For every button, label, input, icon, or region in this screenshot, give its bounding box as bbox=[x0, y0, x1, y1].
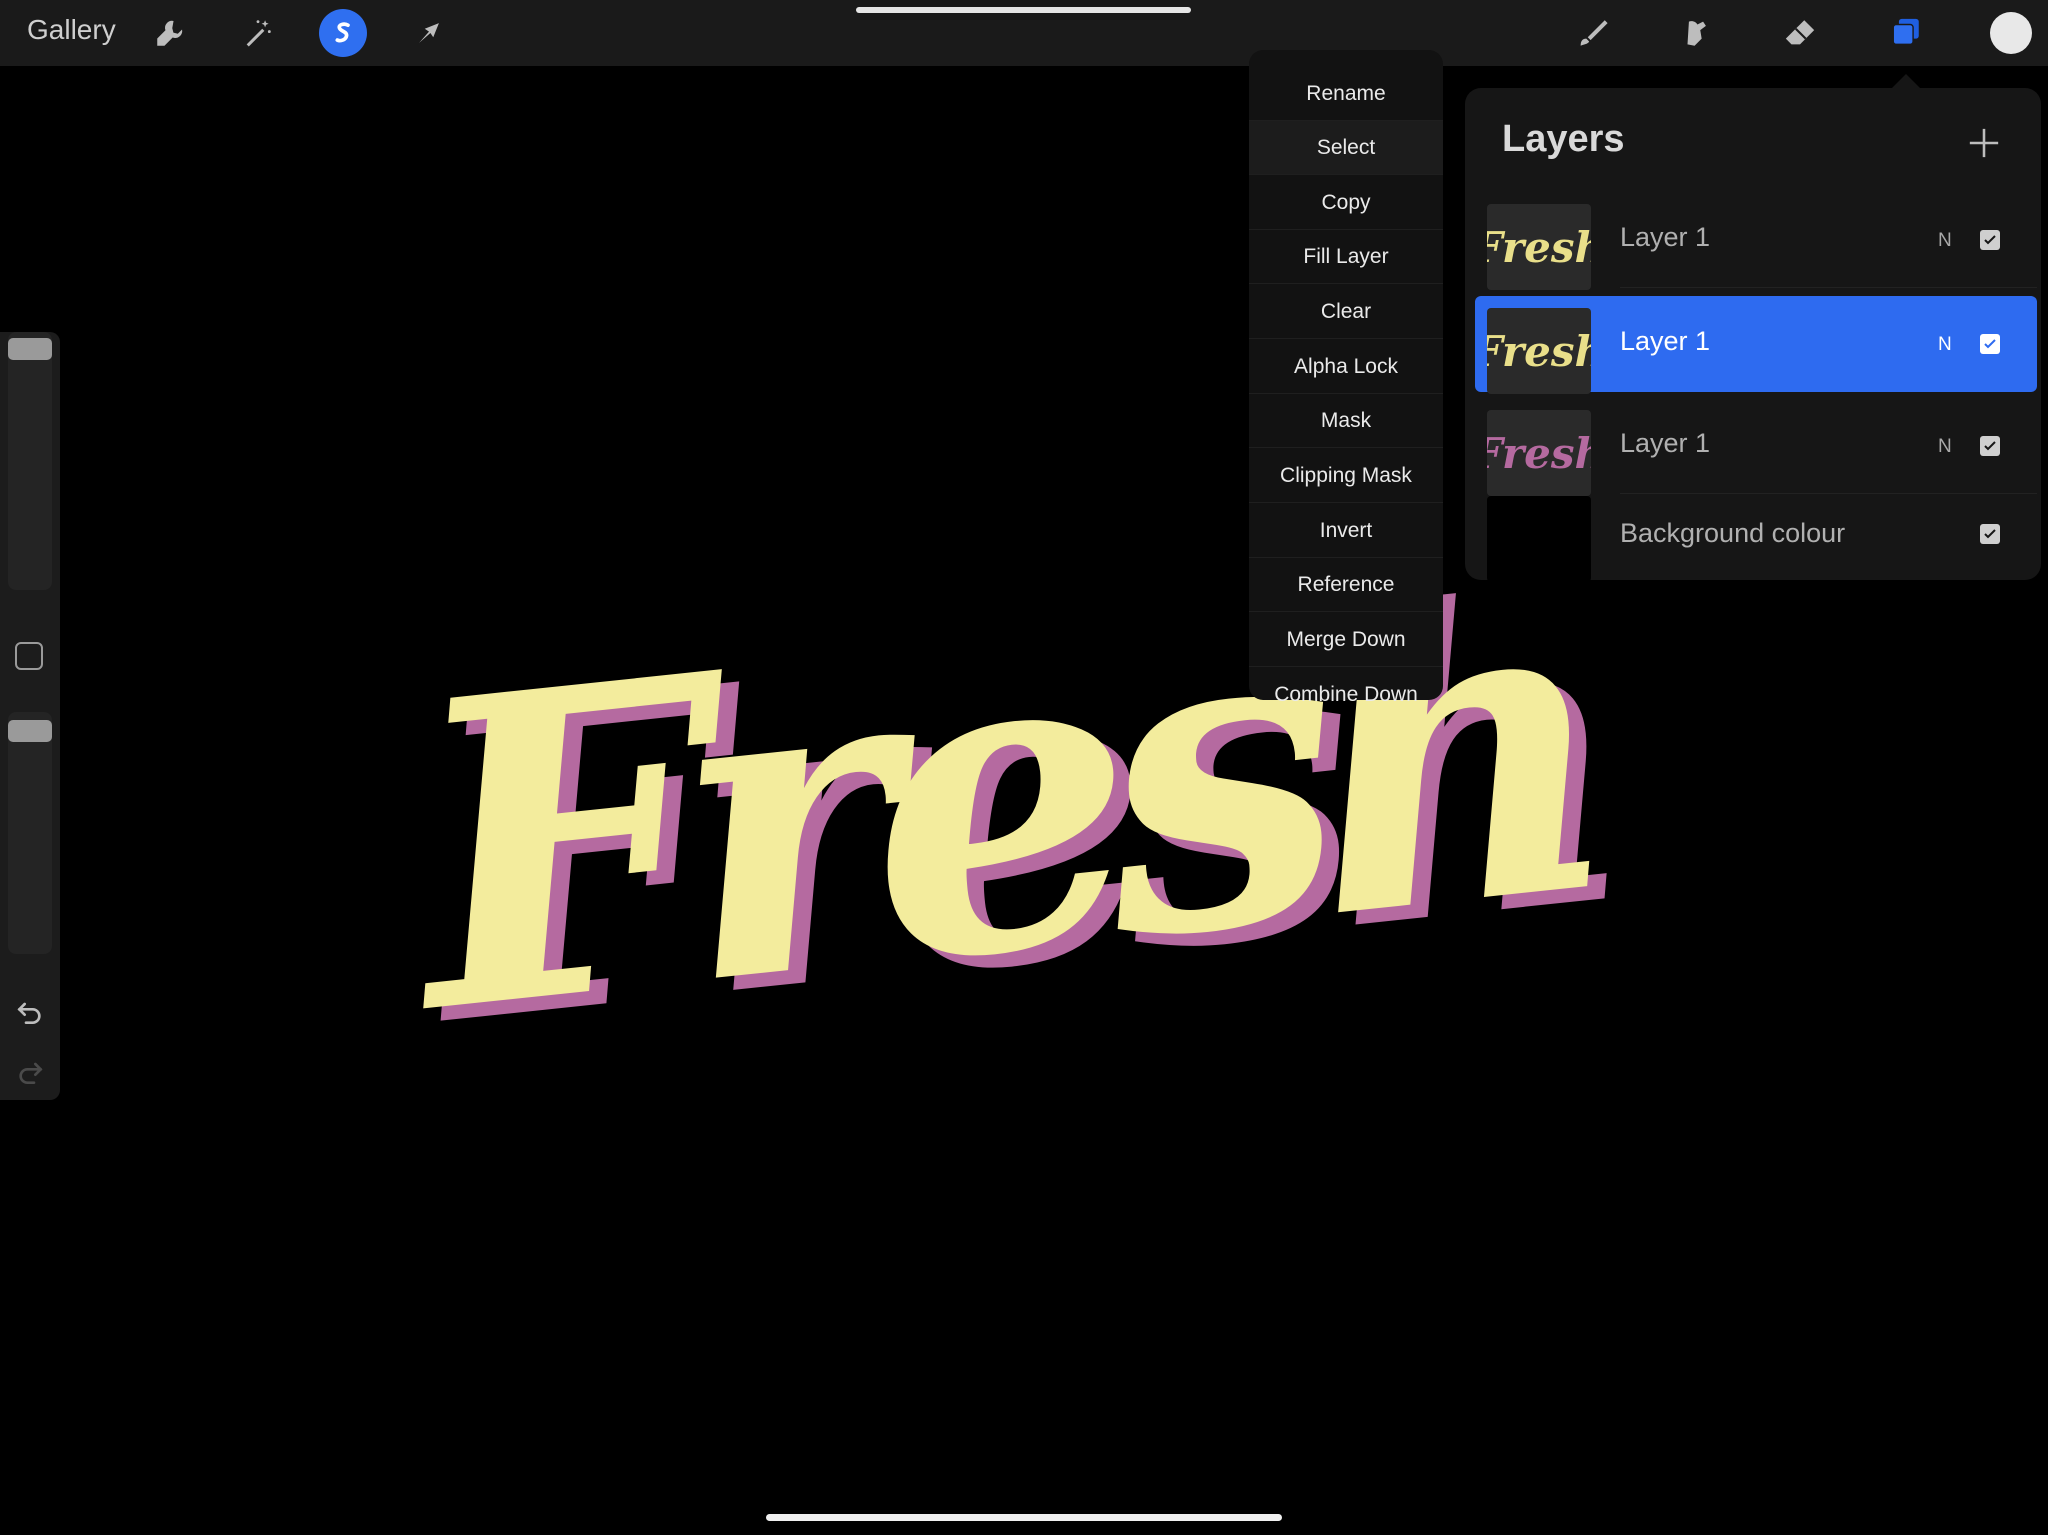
eraser-icon[interactable] bbox=[1776, 9, 1824, 57]
color-swatch[interactable] bbox=[1990, 12, 2032, 54]
layer-options-menu: Rename Select Copy Fill Layer Clear Alph… bbox=[1249, 50, 1443, 706]
menu-item-select[interactable]: Select bbox=[1249, 121, 1443, 175]
menu-item-alpha-lock[interactable]: Alpha Lock bbox=[1249, 340, 1443, 394]
blend-mode-button[interactable]: N bbox=[1938, 230, 1952, 252]
menu-item-reference[interactable]: Reference bbox=[1249, 558, 1443, 612]
visibility-checkbox[interactable] bbox=[1980, 334, 2000, 354]
menu-item-mask[interactable]: Mask bbox=[1249, 394, 1443, 448]
home-indicator[interactable] bbox=[766, 1514, 1282, 1521]
artwork-lettering: Fresh bbox=[391, 493, 1609, 1107]
menu-item-invert[interactable]: Invert bbox=[1249, 504, 1443, 558]
visibility-checkbox[interactable] bbox=[1980, 230, 2000, 250]
move-arrow-icon[interactable] bbox=[405, 9, 453, 57]
top-toolbar: Gallery bbox=[0, 0, 2048, 66]
layer-name: Layer 1 bbox=[1620, 222, 1711, 252]
layer-row-selected[interactable]: Fresh Layer 1 N bbox=[1475, 296, 2037, 394]
menu-item-clear[interactable]: Clear bbox=[1249, 285, 1443, 339]
menu-item-rename[interactable]: Rename bbox=[1249, 67, 1443, 121]
visibility-checkbox[interactable] bbox=[1980, 436, 2000, 456]
layer-name: Background colour bbox=[1620, 518, 1846, 548]
layer-thumbnail: Fresh bbox=[1487, 204, 1591, 290]
layer-row-background[interactable]: Background colour bbox=[1475, 488, 2037, 584]
gallery-button[interactable]: Gallery bbox=[27, 14, 116, 46]
background-color-thumbnail[interactable] bbox=[1487, 496, 1591, 582]
selection-icon[interactable] bbox=[319, 9, 367, 57]
menu-item-combine-down[interactable]: Combine Down bbox=[1249, 668, 1443, 722]
menu-item-copy[interactable]: Copy bbox=[1249, 176, 1443, 230]
layer-thumbnail: Fresh bbox=[1487, 410, 1591, 496]
layers-title: Layers bbox=[1502, 118, 1625, 160]
layer-row[interactable]: Fresh Layer 1 N bbox=[1475, 192, 2037, 290]
layer-thumbnail: Fresh bbox=[1487, 308, 1591, 394]
layers-panel: Layers Fresh Layer 1 N Fresh Layer 1 N F… bbox=[1465, 88, 2041, 582]
layer-name: Layer 1 bbox=[1620, 326, 1711, 356]
undo-icon[interactable] bbox=[14, 996, 46, 1028]
redo-icon[interactable] bbox=[14, 1056, 46, 1088]
top-grabber[interactable] bbox=[856, 7, 1191, 13]
row-divider bbox=[1620, 287, 2037, 288]
add-layer-icon[interactable] bbox=[1967, 126, 2001, 160]
magic-wand-icon[interactable] bbox=[234, 9, 282, 57]
wrench-icon[interactable] bbox=[146, 9, 194, 57]
blend-mode-button[interactable]: N bbox=[1938, 436, 1952, 458]
brush-size-slider[interactable] bbox=[8, 332, 52, 590]
opacity-thumb[interactable] bbox=[8, 720, 52, 742]
menu-item-fill-layer[interactable]: Fill Layer bbox=[1249, 230, 1443, 284]
layer-row[interactable]: Fresh Layer 1 N bbox=[1475, 398, 2037, 496]
menu-item-clipping-mask[interactable]: Clipping Mask bbox=[1249, 449, 1443, 503]
menu-item-merge-down[interactable]: Merge Down bbox=[1249, 613, 1443, 667]
layers-icon[interactable] bbox=[1882, 9, 1930, 57]
layer-name: Layer 1 bbox=[1620, 428, 1711, 458]
brush-size-thumb[interactable] bbox=[8, 338, 52, 360]
opacity-slider[interactable] bbox=[8, 712, 52, 954]
left-sidebar bbox=[0, 332, 60, 1100]
brush-icon[interactable] bbox=[1568, 9, 1616, 57]
blend-mode-button[interactable]: N bbox=[1938, 334, 1952, 356]
modify-button[interactable] bbox=[15, 642, 43, 670]
smudge-icon[interactable] bbox=[1672, 9, 1720, 57]
visibility-checkbox[interactable] bbox=[1980, 524, 2000, 544]
